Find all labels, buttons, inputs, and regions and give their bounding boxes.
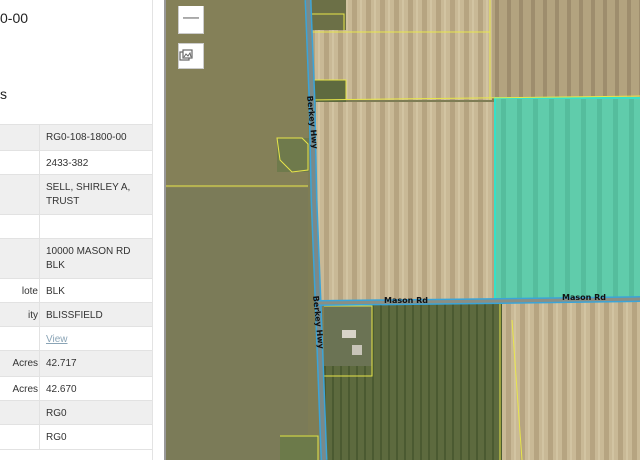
row-value: 2433-382 [46, 158, 89, 169]
table-row: RG0-108-1800-00 [0, 124, 152, 150]
parcel-info-panel: 0-00 s RG0-108-1800-00 2433-382 SELL, SH… [0, 0, 164, 460]
table-row: 10000 MASON RD BLK [0, 238, 152, 278]
parcel-title: 0-00 [0, 10, 29, 26]
row-value [46, 215, 150, 221]
row-label: Acres [12, 384, 38, 395]
row-value: 42.717 [46, 358, 77, 369]
zoom-out-button[interactable]: — [178, 6, 204, 34]
view-link[interactable]: View [46, 327, 150, 347]
table-row: SELL, SHIRLEY A, TRUST [0, 174, 152, 214]
table-row: ity BLISSFIELD [0, 302, 152, 326]
basemap-gallery-button[interactable] [178, 43, 204, 69]
field-middle [316, 102, 496, 300]
map-imagery: Berkey Hwy Berkey Hwy Mason Rd Mason Rd [166, 0, 640, 460]
row-value: RG0 [46, 408, 67, 419]
row-value: RG0 [46, 432, 67, 443]
row-label: Acres [12, 358, 38, 369]
table-row: View [0, 326, 152, 350]
road-label-mason-rd: Mason Rd [562, 293, 606, 302]
row-value: RG0-108-1800-00 [46, 132, 127, 143]
farmstead [280, 435, 318, 460]
basemap-icon [179, 49, 193, 61]
row-value: BLISSFIELD [46, 310, 103, 321]
row-label: ity [28, 310, 38, 321]
row-label: lote [21, 286, 38, 297]
farmstead [277, 138, 309, 172]
section-heading: s [0, 86, 7, 102]
road-label-mason-rd: Mason Rd [384, 296, 428, 305]
table-row: 2433-382 [0, 150, 152, 174]
table-row: lote BLK [0, 278, 152, 302]
building [352, 345, 362, 355]
table-row: Acres 42.670 [0, 376, 152, 400]
field-n2 [492, 0, 640, 98]
table-row: RG0 [0, 424, 152, 450]
building [342, 330, 356, 338]
row-value: BLK [46, 286, 65, 297]
table-row: RG0 [0, 400, 152, 424]
row-value: 42.670 [46, 384, 77, 395]
field-se [502, 302, 640, 460]
farmstead [312, 80, 346, 102]
row-value: 10000 MASON RD BLK [46, 246, 131, 271]
field-sw [166, 188, 308, 460]
row-value: SELL, SHIRLEY A, TRUST [46, 182, 131, 207]
farmstead [312, 0, 346, 30]
table-row [0, 214, 152, 238]
table-row: Acres 42.717 [0, 350, 152, 376]
map-view[interactable]: Berkey Hwy Berkey Hwy Mason Rd Mason Rd … [164, 0, 640, 460]
selected-parcel[interactable] [495, 98, 640, 300]
